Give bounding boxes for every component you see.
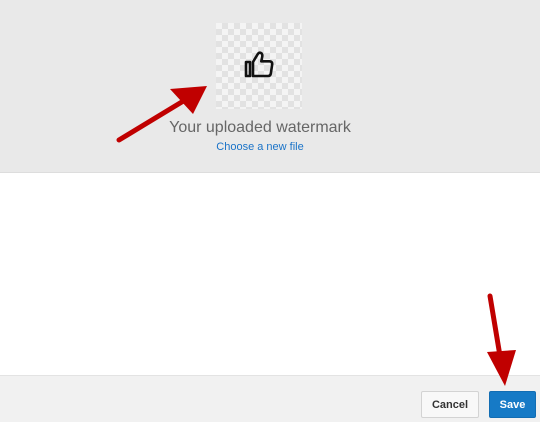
cancel-button[interactable]: Cancel [421, 391, 479, 418]
thumbs-up-icon [244, 51, 274, 78]
watermark-upload-panel: Your uploaded watermark Choose a new fil… [0, 0, 540, 173]
watermark-caption: Your uploaded watermark [169, 119, 351, 136]
dialog-footer: Cancel Save [0, 375, 540, 422]
dialog-content-area [0, 173, 540, 375]
watermark-dialog: Your uploaded watermark Choose a new fil… [0, 0, 540, 422]
watermark-preview [216, 23, 302, 109]
choose-new-file-link[interactable]: Choose a new file [0, 141, 520, 153]
save-button[interactable]: Save [489, 391, 536, 418]
